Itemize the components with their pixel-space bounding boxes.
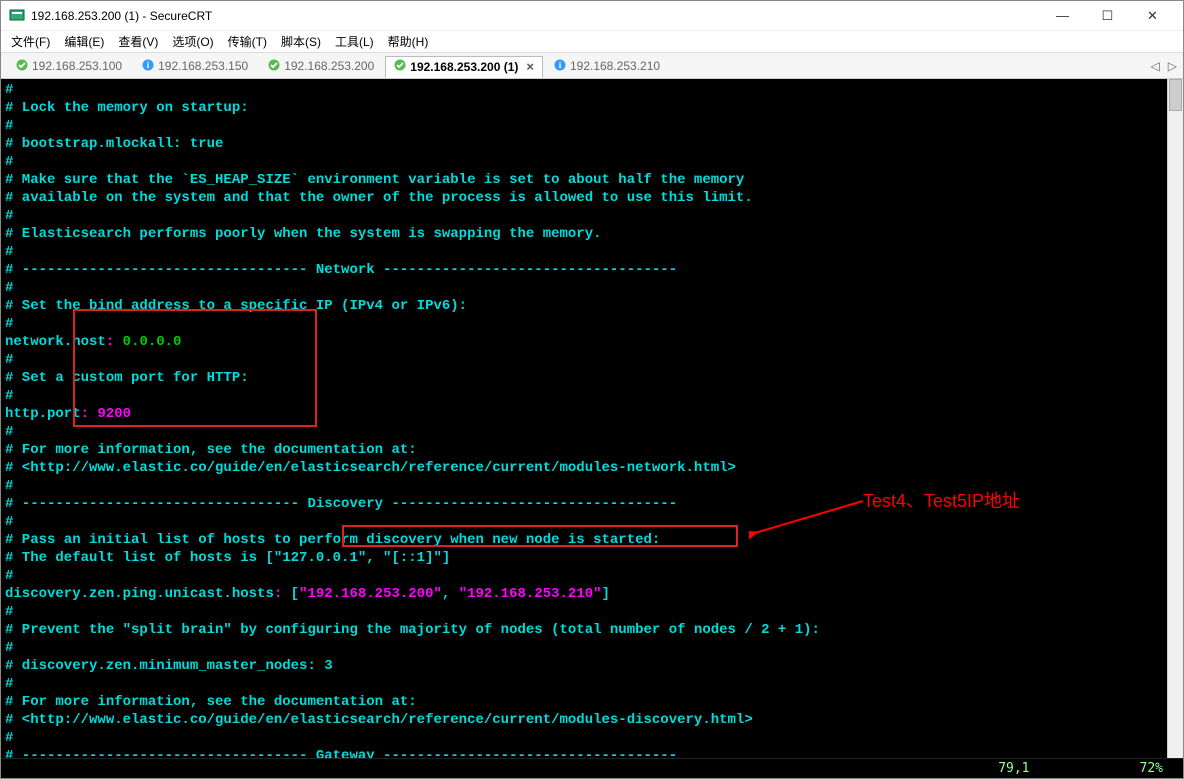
tab-prev-icon[interactable]: ◁ xyxy=(1151,59,1160,73)
menu-view[interactable]: 查看(V) xyxy=(118,33,158,50)
tab[interactable]: i 192.168.253.210 xyxy=(545,55,669,77)
menu-file[interactable]: 文件(F) xyxy=(11,33,50,50)
menubar: 文件(F) 编辑(E) 查看(V) 选项(O) 传输(T) 脚本(S) 工具(L… xyxy=(1,31,1183,53)
tab[interactable]: 192.168.253.200 xyxy=(259,55,383,77)
tab-next-icon[interactable]: ▷ xyxy=(1168,59,1177,73)
window-title: 192.168.253.200 (1) - SecureCRT xyxy=(31,9,1040,23)
terminal-area: ## Lock the memory on startup:## bootstr… xyxy=(1,79,1183,758)
check-icon xyxy=(268,59,280,74)
close-button[interactable]: ✕ xyxy=(1130,1,1175,31)
tab-label: 192.168.253.200 (1) xyxy=(410,60,518,74)
menu-script[interactable]: 脚本(S) xyxy=(281,33,321,50)
tab-label: 192.168.253.210 xyxy=(570,59,660,73)
menu-help[interactable]: 帮助(H) xyxy=(388,33,429,50)
tab[interactable]: 192.168.253.100 xyxy=(7,55,131,77)
status-percent: 72% xyxy=(1140,761,1163,776)
close-tab-icon[interactable]: × xyxy=(526,59,534,74)
menu-transfer[interactable]: 传输(T) xyxy=(228,33,267,50)
status-position: 79,1 xyxy=(998,761,1029,776)
info-icon: i xyxy=(142,59,154,74)
tabbar: 192.168.253.100 i 192.168.253.150 192.168.2… xyxy=(1,53,1183,79)
maximize-button[interactable]: ☐ xyxy=(1085,1,1130,31)
scrollbar[interactable] xyxy=(1167,79,1183,758)
minimize-button[interactable]: — xyxy=(1040,1,1085,31)
tab-label: 192.168.253.150 xyxy=(158,59,248,73)
statusbar: 79,1 72% xyxy=(1,758,1183,778)
info-icon: i xyxy=(554,59,566,74)
menu-options[interactable]: 选项(O) xyxy=(172,33,213,50)
tab-label: 192.168.253.200 xyxy=(284,59,374,73)
tab[interactable]: 192.168.253.200 (1) × xyxy=(385,56,543,78)
menu-tools[interactable]: 工具(L) xyxy=(335,33,374,50)
check-icon xyxy=(394,59,406,74)
scroll-thumb[interactable] xyxy=(1169,79,1182,111)
tab-label: 192.168.253.100 xyxy=(32,59,122,73)
app-icon xyxy=(9,8,25,24)
tab-nav-arrows: ◁ ▷ xyxy=(1151,59,1177,73)
check-icon xyxy=(16,59,28,74)
tab[interactable]: i 192.168.253.150 xyxy=(133,55,257,77)
titlebar: 192.168.253.200 (1) - SecureCRT — ☐ ✕ xyxy=(1,1,1183,31)
terminal[interactable]: ## Lock the memory on startup:## bootstr… xyxy=(1,79,1167,758)
menu-edit[interactable]: 编辑(E) xyxy=(64,33,104,50)
